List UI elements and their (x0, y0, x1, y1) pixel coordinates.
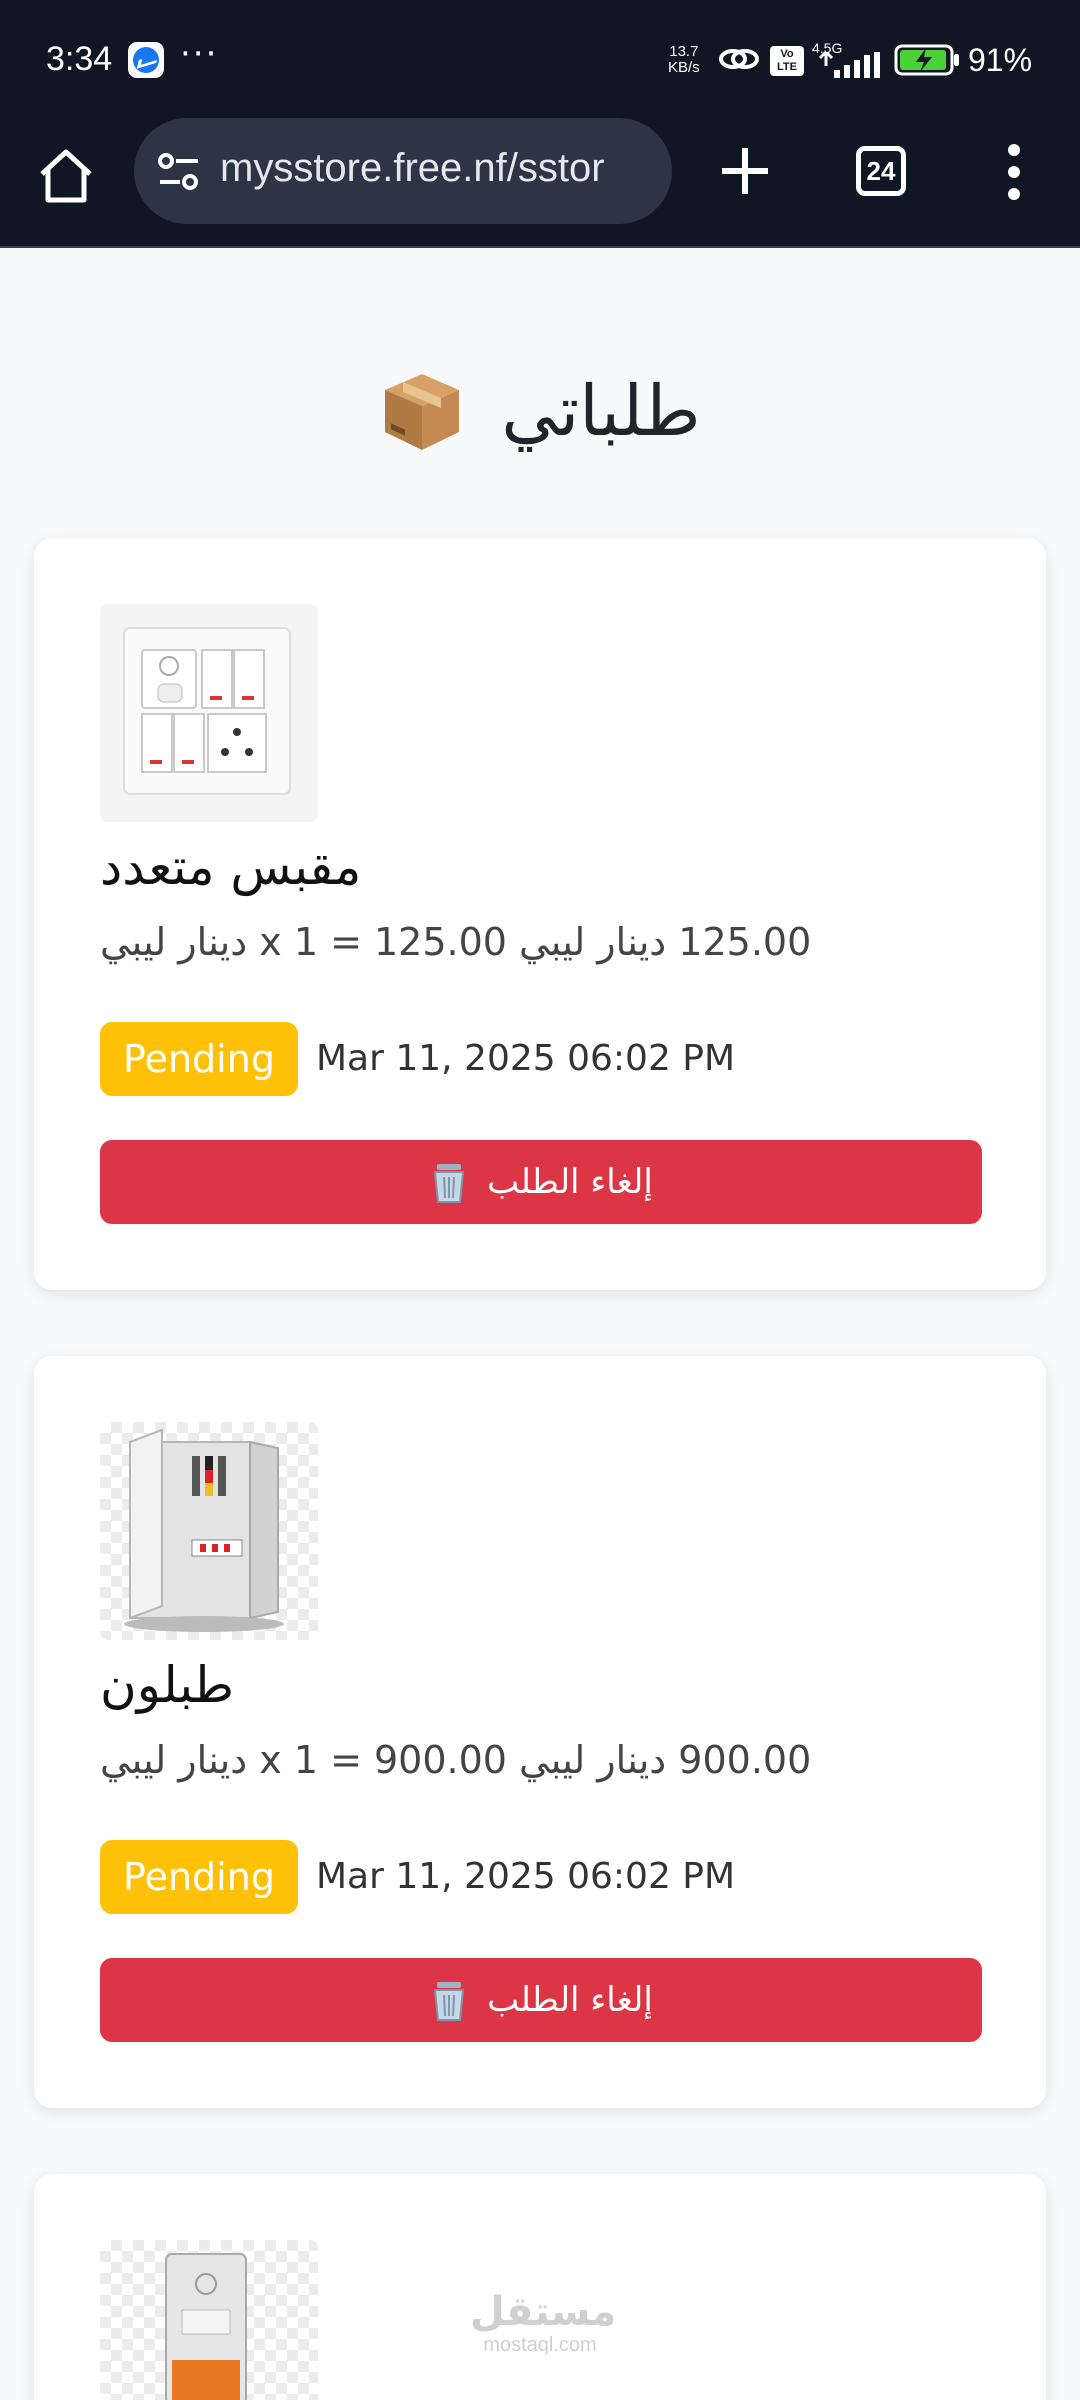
more-menu-icon[interactable] (990, 142, 1038, 202)
trash-icon (434, 1982, 465, 2021)
package-icon (385, 374, 460, 450)
url-text[interactable]: mysstore.free.nf/sstor (220, 146, 660, 191)
address-bar[interactable]: mysstore.free.nf/sstor (134, 118, 672, 224)
order-card (34, 2174, 1046, 2400)
network-speed-value: 13.7 (669, 43, 699, 60)
battery-percent: 91% (968, 42, 1033, 78)
cancel-order-button[interactable]: إلغاء الطلب (100, 1958, 982, 2042)
status-badge: Pending (100, 1840, 298, 1914)
order-date: Mar 11, 2025 06:02 PM (316, 1856, 736, 1897)
volte-icon: Vo LTE (770, 46, 804, 76)
product-image-circuit-breaker (100, 2240, 318, 2400)
page-title-text: طلباتي (501, 370, 701, 452)
network-speed: 13.7 KB/s (668, 44, 700, 76)
tab-switcher-button[interactable]: 24 (856, 146, 906, 196)
product-image-multi-socket (100, 604, 318, 822)
watermark-arabic: مستقل (470, 2289, 617, 2335)
battery-charging-icon (894, 44, 959, 76)
watermark-logo: مستقل mostaql.com (470, 2289, 617, 2356)
link-icon (719, 49, 759, 69)
clock: 3:34 (46, 40, 113, 78)
cancel-order-label: إلغاء الطلب (487, 1162, 653, 1202)
site-settings-icon[interactable] (156, 152, 202, 192)
network-speed-unit: KB/s (668, 59, 700, 76)
order-card: مقبس متعدد 125.00 دينار ليبي x 1 = 125.0… (34, 538, 1046, 1290)
price-line: 900.00 دينار ليبي x 1 = 900.00 دينار ليب… (100, 1738, 812, 1782)
signal-icon (818, 52, 880, 78)
home-icon[interactable] (34, 144, 98, 208)
price-line: 125.00 دينار ليبي x 1 = 125.00 دينار ليب… (100, 920, 812, 964)
plus-icon[interactable] (712, 138, 778, 204)
status-badge: Pending (100, 1022, 298, 1096)
cancel-order-label: إلغاء الطلب (487, 1980, 653, 2020)
order-date: Mar 11, 2025 06:02 PM (316, 1038, 736, 1079)
cancel-order-button[interactable]: إلغاء الطلب (100, 1140, 982, 1224)
product-name: مقبس متعدد (100, 838, 362, 896)
order-card: طبلون 900.00 دينار ليبي x 1 = 900.00 دين… (34, 1356, 1046, 2108)
watermark-latin: mostaql.com (483, 2334, 597, 2356)
browser-toolbar: mysstore.free.nf/sstor 24 (0, 118, 1080, 248)
page-title: طلباتي (0, 368, 1080, 454)
product-name: طبلون (100, 1656, 234, 1714)
status-bar: 3:34 ··· 13.7 KB/s Vo LTE 4.5G 91% (0, 0, 1080, 118)
trash-icon (434, 1164, 465, 1203)
orders-page: طلباتي مقبس متعدد 125.00 دينار ليبي x 1 … (0, 250, 1080, 2400)
messenger-icon (128, 42, 164, 78)
more-notifications-icon: ··· (180, 34, 219, 74)
product-image-distribution-board (100, 1422, 318, 1640)
